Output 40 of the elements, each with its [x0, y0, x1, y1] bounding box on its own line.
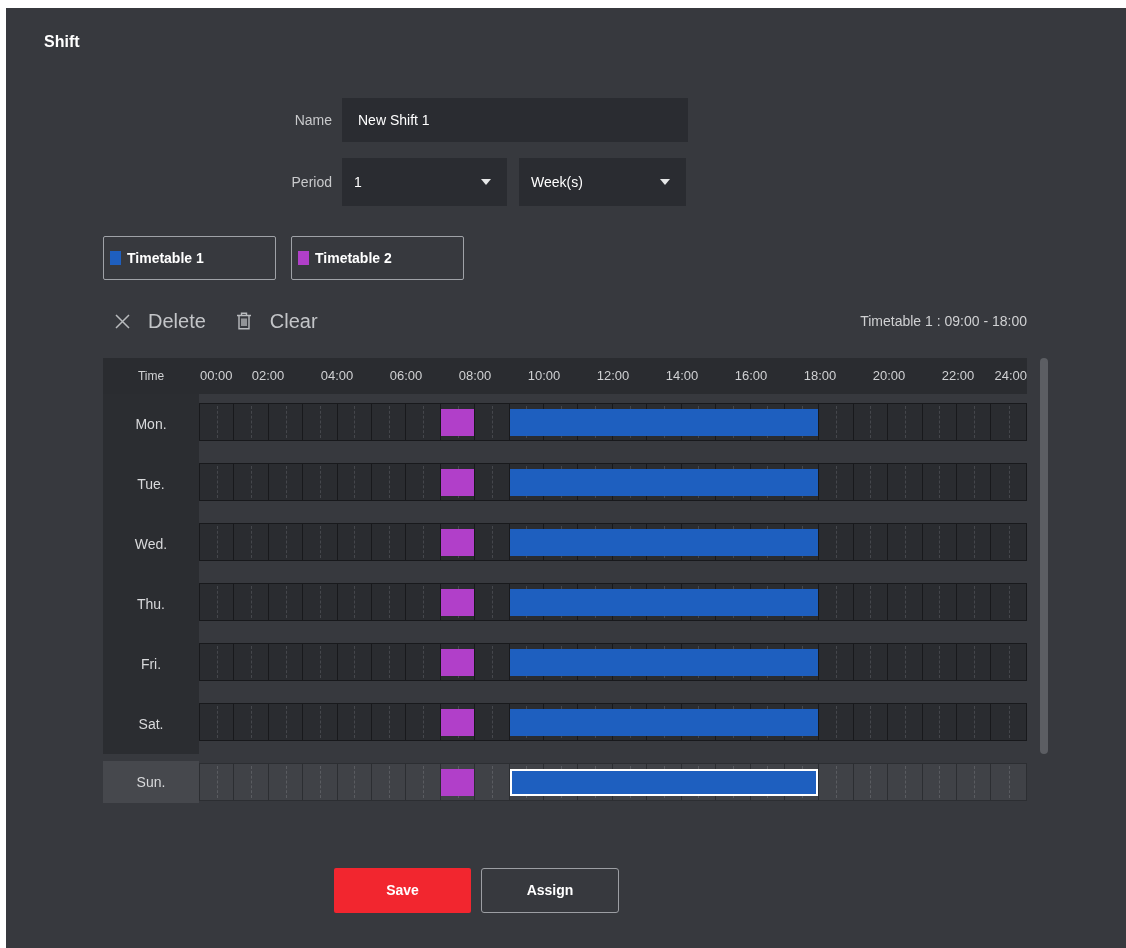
time-tick-label: 00:00 [200, 368, 233, 384]
assign-button[interactable]: Assign [481, 868, 619, 913]
timetable-info: Timetable 1 : 09:00 - 18:00 [860, 311, 1027, 331]
time-tick-label: 04:00 [320, 368, 354, 384]
time-tick-label: 06:00 [389, 368, 423, 384]
close-icon [115, 313, 130, 329]
day-label: Mon. [103, 394, 199, 454]
period-select[interactable]: 1 [342, 158, 507, 206]
time-tick-label: 14:00 [665, 368, 699, 384]
day-label: Fri. [103, 634, 199, 694]
day-timeline[interactable] [199, 763, 1027, 801]
timetable-button[interactable]: Timetable 1 [103, 236, 276, 280]
time-tick-label: 16:00 [734, 368, 768, 384]
save-button[interactable]: Save [334, 868, 471, 913]
caret-icon [660, 179, 670, 185]
column-header: Time [137, 368, 165, 385]
time-tick-label: 10:00 [527, 368, 561, 384]
day-label: Thu. [103, 574, 199, 634]
time-tick-label: 20:00 [872, 368, 906, 384]
time-tick-label: 08:00 [458, 368, 492, 384]
period-select[interactable]: Week(s) [519, 158, 686, 206]
clear-button[interactable]: Clear [235, 306, 318, 336]
day-label: Sun. [103, 761, 199, 803]
time-tick-label: 18:00 [803, 368, 837, 384]
scrollbar[interactable] [1040, 358, 1048, 754]
day-label: Tue. [103, 454, 199, 514]
day-label: Sat. [103, 694, 199, 754]
field-label: Period [291, 172, 332, 192]
name-input[interactable]: New Shift 1 [342, 98, 688, 142]
time-tick-label: 22:00 [941, 368, 975, 384]
day-label: Wed. [103, 514, 199, 574]
time-tick-label: 12:00 [596, 368, 630, 384]
time-tick-label: 02:00 [251, 368, 285, 384]
timetable-button[interactable]: Timetable 2 [291, 236, 464, 280]
section-title: Shift [44, 33, 80, 51]
trash-icon [235, 312, 252, 330]
field-label: Name [294, 110, 332, 130]
time-tick-label: 24:00 [994, 368, 1027, 384]
caret-icon [481, 179, 491, 185]
delete-button[interactable]: Delete [115, 306, 206, 336]
